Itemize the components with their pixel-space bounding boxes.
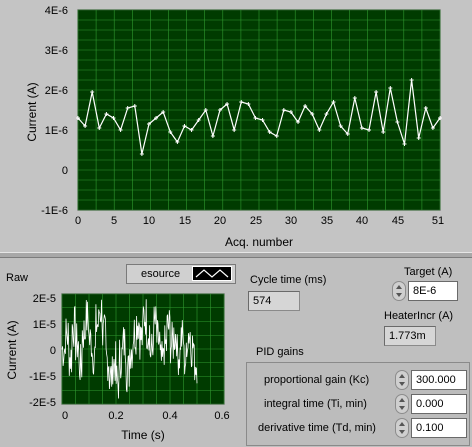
kc-input[interactable]: 300.000 [411, 370, 467, 390]
top-grid [77, 9, 441, 211]
top-y-tick-labels: 4E-6 3E-6 2E-6 1E-6 0 -1E-6 [41, 5, 68, 217]
heater-incr-label: HeaterIncr (A) [384, 310, 454, 322]
raw-x-tick: 0 [62, 410, 68, 422]
x-tick: 45 [392, 215, 404, 227]
raw-y-tick-labels: 2E-5 1E-5 0 -1E-5 -2E-5 [29, 293, 56, 409]
raw-current-chart: 2E-5 1E-5 0 -1E-5 -2E-5 0 0.2 0.4 0.6 Ti… [5, 293, 230, 442]
y-tick: -1E-6 [41, 205, 68, 217]
raw-y-tick: -2E-5 [29, 397, 56, 409]
cycle-time-label: Cycle time (ms) [250, 274, 327, 286]
x-tick: 5 [111, 215, 117, 227]
target-spinner[interactable] [392, 281, 406, 301]
td-input[interactable]: 0.100 [411, 418, 467, 438]
x-tick: 51 [432, 215, 444, 227]
raw-x-axis-label: Time (s) [121, 428, 165, 442]
x-tick: 35 [321, 215, 333, 227]
waveform-icon[interactable] [192, 266, 232, 281]
pid-gains-label: PID gains [256, 346, 304, 358]
x-tick: 15 [179, 215, 191, 227]
top-y-axis-label: Current (A) [25, 82, 39, 141]
y-tick: 1E-6 [45, 125, 68, 137]
y-tick: 2E-6 [45, 85, 68, 97]
panel-separator [0, 252, 472, 258]
current-vs-acq-chart: 4E-6 3E-6 2E-6 1E-6 0 -1E-6 0 5 10 15 20… [25, 5, 444, 249]
y-tick: 0 [62, 165, 68, 177]
y-tick: 3E-6 [45, 45, 68, 57]
y-tick: 4E-6 [45, 5, 68, 17]
kc-label: proportional gain (Kc) [264, 374, 370, 386]
raw-x-tick: 0.6 [214, 410, 229, 422]
x-tick: 40 [356, 215, 368, 227]
x-tick: 10 [143, 215, 155, 227]
top-x-tick-labels: 0 5 10 15 20 25 30 35 40 45 51 [75, 215, 444, 227]
raw-y-tick: 0 [50, 345, 56, 357]
x-tick: 25 [250, 215, 262, 227]
raw-chart-title: Raw [6, 272, 29, 284]
raw-y-tick: -1E-5 [29, 371, 56, 383]
ti-spinner[interactable] [395, 394, 409, 414]
x-tick: 30 [285, 215, 297, 227]
target-input[interactable]: 8E-6 [408, 281, 458, 301]
raw-x-tick: 0.4 [162, 410, 177, 422]
cycle-time-indicator: 574 [248, 291, 300, 311]
raw-x-tick: 0.2 [108, 410, 123, 422]
x-tick: 0 [75, 215, 81, 227]
raw-y-tick: 1E-5 [33, 319, 56, 331]
td-spinner[interactable] [395, 418, 409, 438]
ti-label: integral time (Ti, min) [264, 398, 367, 410]
kc-spinner[interactable] [395, 370, 409, 390]
top-x-axis-label: Acq. number [225, 235, 293, 249]
x-tick: 20 [214, 215, 226, 227]
esource-label: esource [141, 268, 181, 280]
raw-y-axis-label: Current (A) [5, 320, 19, 379]
raw-x-tick-labels: 0 0.2 0.4 0.6 [62, 410, 230, 422]
target-label: Target (A) [404, 266, 453, 278]
ti-input[interactable]: 0.000 [411, 394, 467, 414]
td-label: derivative time (Td, min) [258, 422, 376, 434]
heater-incr-indicator: 1.773m [384, 326, 436, 346]
raw-y-tick: 2E-5 [33, 293, 56, 305]
